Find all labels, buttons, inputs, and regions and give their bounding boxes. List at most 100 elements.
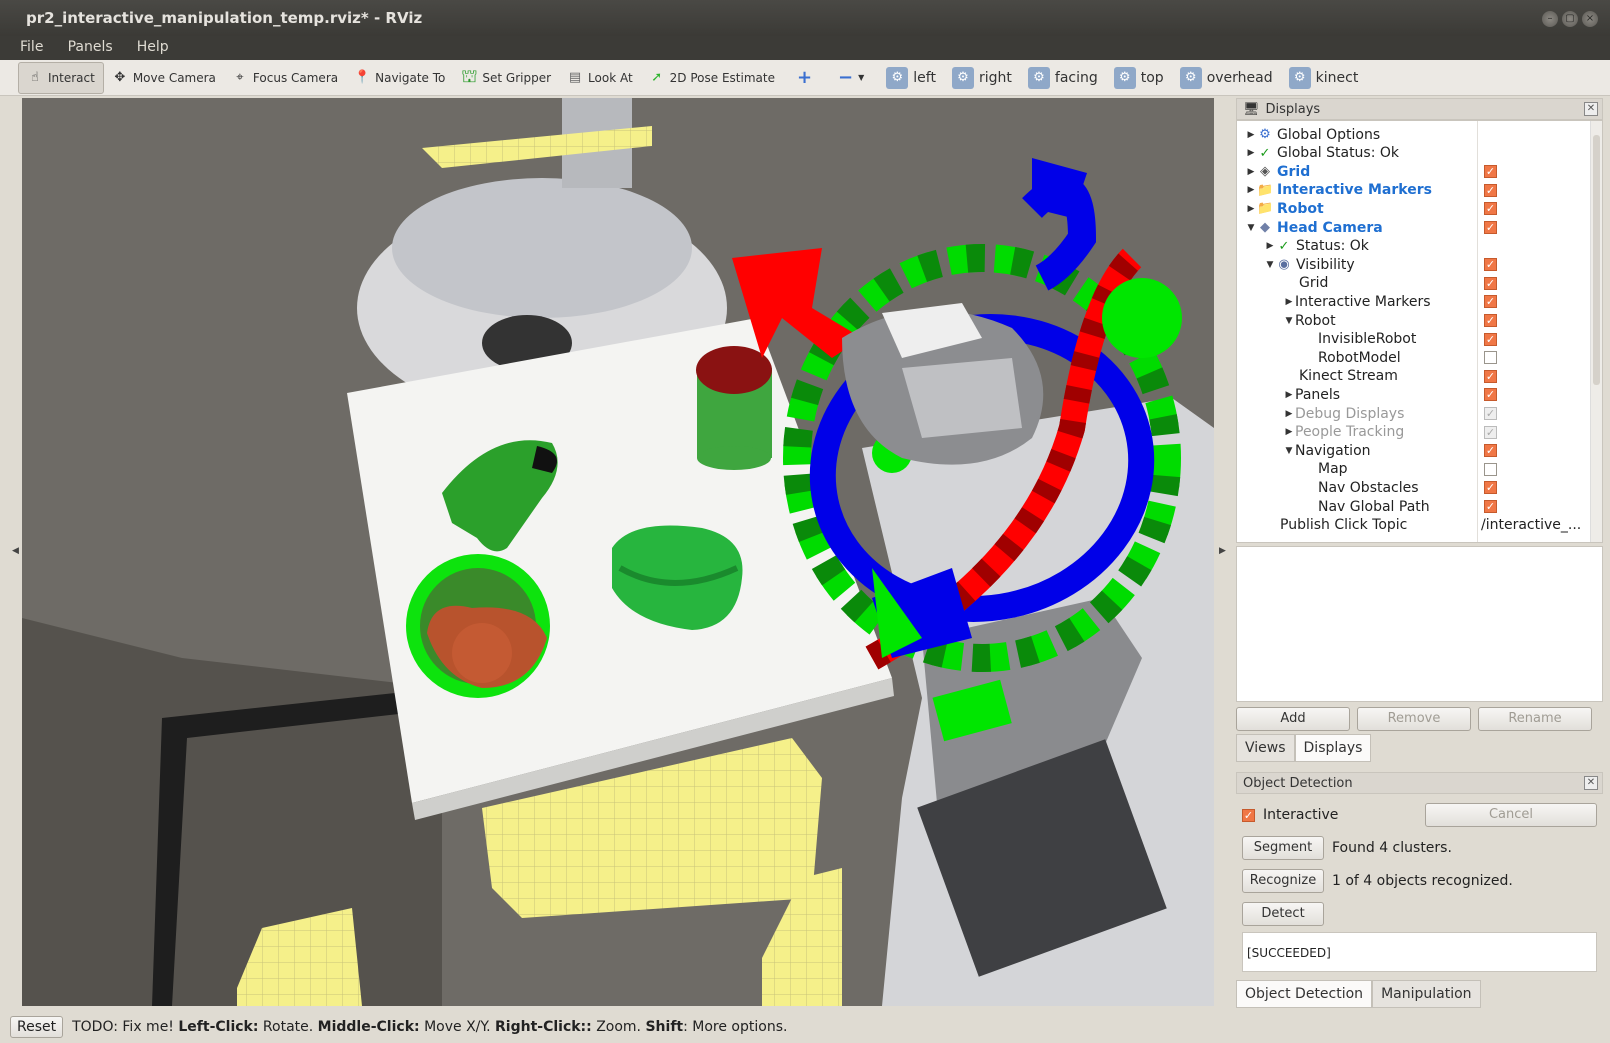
tree-row-label: Status: Ok <box>1296 238 1369 255</box>
visibility-checkbox[interactable]: ✓ <box>1484 444 1497 458</box>
view-kinect[interactable]: ⚙ kinect <box>1281 62 1367 94</box>
recognize-button[interactable]: Recognize <box>1242 869 1324 893</box>
tree-row[interactable]: ▶ 📁 Interactive Markers ✓ <box>1237 181 1595 200</box>
tool-set-gripper[interactable]: ⛫ Set Gripper <box>453 62 559 94</box>
3d-viewport[interactable] <box>22 98 1214 1006</box>
close-panel-icon[interactable]: ✕ <box>1584 776 1598 790</box>
visibility-checkbox[interactable]: ✓ <box>1484 202 1497 216</box>
tree-row-value[interactable]: /interactive_... <box>1481 517 1581 533</box>
tree-row[interactable]: Nav Obstacles ✓ <box>1237 478 1595 497</box>
tree-row[interactable]: ▶ People Tracking ✓ <box>1237 423 1595 442</box>
add-tool-button[interactable]: + <box>783 62 820 94</box>
detect-button[interactable]: Detect <box>1242 902 1324 926</box>
tree-row[interactable]: RobotModel <box>1237 348 1595 367</box>
cancel-button[interactable]: Cancel <box>1425 803 1597 827</box>
visibility-checkbox[interactable]: ✓ <box>1484 221 1497 234</box>
collapsed-arrow-icon[interactable]: ▶ <box>1245 130 1257 140</box>
tree-row[interactable]: ▼ Navigation ✓ <box>1237 441 1595 460</box>
expanded-arrow-icon[interactable]: ▼ <box>1283 316 1295 326</box>
expanded-arrow-icon[interactable]: ▼ <box>1245 223 1257 233</box>
expanded-arrow-icon[interactable]: ▼ <box>1283 446 1295 456</box>
tab-manipulation[interactable]: Manipulation <box>1372 980 1481 1008</box>
collapsed-arrow-icon[interactable]: ▶ <box>1283 297 1295 307</box>
tool-look-at[interactable]: ▤ Look At <box>559 62 641 94</box>
visibility-checkbox[interactable]: ✓ <box>1484 407 1497 420</box>
visibility-checkbox[interactable]: ✓ <box>1484 276 1497 290</box>
minimize-button[interactable]: – <box>1542 11 1558 27</box>
collapsed-arrow-icon[interactable]: ▶ <box>1283 427 1295 437</box>
tool-focus-camera-label: Focus Camera <box>252 70 339 85</box>
visibility-checkbox[interactable]: ✓ <box>1484 183 1497 197</box>
object-detection-tabs: Object Detection Manipulation <box>1236 980 1603 1008</box>
visibility-checkbox[interactable] <box>1484 462 1497 476</box>
segment-button[interactable]: Segment <box>1242 836 1324 860</box>
view-top[interactable]: ⚙ top <box>1106 62 1172 94</box>
tree-row[interactable]: ▶ Panels ✓ <box>1237 385 1595 404</box>
visibility-checkbox[interactable]: ✓ <box>1484 314 1497 327</box>
rename-button[interactable]: Rename <box>1478 707 1592 731</box>
view-right[interactable]: ⚙ right <box>944 62 1020 94</box>
tree-row[interactable]: ▶ ◈ Grid ✓ <box>1237 162 1595 181</box>
interactive-row: ✓ Interactive Cancel <box>1242 800 1597 830</box>
visibility-checkbox[interactable]: ✓ <box>1484 500 1497 513</box>
tree-row[interactable]: ▶ ✓ Global Status: Ok <box>1237 144 1595 163</box>
status-text: : More options. <box>683 1018 788 1035</box>
view-left[interactable]: ⚙ left <box>872 62 944 94</box>
tool-2d-pose-estimate[interactable]: ➚ 2D Pose Estimate <box>641 62 783 94</box>
tree-row[interactable]: Kinect Stream ✓ <box>1237 367 1595 386</box>
collapsed-arrow-icon[interactable]: ▶ <box>1283 390 1295 400</box>
tree-row[interactable]: ▶ ⚙ Global Options <box>1237 125 1595 144</box>
collapsed-arrow-icon[interactable]: ▶ <box>1245 148 1257 158</box>
interactive-checkbox[interactable]: ✓ <box>1242 808 1255 822</box>
visibility-checkbox[interactable]: ✓ <box>1484 332 1497 346</box>
remove-tool-button[interactable]: − ▼ <box>820 62 872 94</box>
expanded-arrow-icon[interactable]: ▼ <box>1264 260 1276 270</box>
tool-move-camera[interactable]: ✥ Move Camera <box>104 62 224 94</box>
visibility-checkbox[interactable]: ✓ <box>1484 369 1497 383</box>
tree-row[interactable]: Grid ✓ <box>1237 274 1595 293</box>
visibility-checkbox[interactable]: ✓ <box>1484 165 1497 179</box>
remove-button[interactable]: Remove <box>1357 707 1471 731</box>
visibility-checkbox[interactable]: ✓ <box>1484 388 1497 402</box>
collapse-left-icon[interactable]: ◀ <box>12 546 19 556</box>
tree-row[interactable]: ▶ Debug Displays ✓ <box>1237 404 1595 423</box>
visibility-checkbox[interactable]: ✓ <box>1484 295 1497 309</box>
collapsed-arrow-icon[interactable]: ▶ <box>1264 241 1276 251</box>
collapsed-arrow-icon[interactable]: ▶ <box>1245 204 1257 214</box>
tree-row[interactable]: InvisibleRobot ✓ <box>1237 330 1595 349</box>
menu-file[interactable]: File <box>0 36 53 55</box>
collapsed-arrow-icon[interactable]: ▶ <box>1245 185 1257 195</box>
tree-row[interactable]: Nav Global Path ✓ <box>1237 497 1595 516</box>
visibility-checkbox[interactable]: ✓ <box>1484 425 1497 439</box>
tool-interact[interactable]: ☝ Interact <box>18 61 104 94</box>
view-overhead[interactable]: ⚙ overhead <box>1172 62 1281 94</box>
tab-object-detection[interactable]: Object Detection <box>1236 980 1373 1008</box>
visibility-checkbox[interactable]: ✓ <box>1484 258 1497 272</box>
tree-row[interactable]: ▶ 📁 Robot ✓ <box>1237 199 1595 218</box>
collapsed-arrow-icon[interactable]: ▶ <box>1245 167 1257 177</box>
tool-move-camera-label: Move Camera <box>132 70 216 85</box>
tree-row[interactable]: ▼ Robot ✓ <box>1237 311 1595 330</box>
tab-displays[interactable]: Displays <box>1294 734 1372 762</box>
visibility-checkbox[interactable] <box>1484 351 1497 365</box>
collapse-right-icon[interactable]: ▶ <box>1219 546 1226 556</box>
collapsed-arrow-icon[interactable]: ▶ <box>1283 409 1295 419</box>
close-panel-icon[interactable]: ✕ <box>1584 102 1598 116</box>
visibility-checkbox[interactable]: ✓ <box>1484 481 1497 495</box>
tree-row[interactable]: ▶ ✓ Status: Ok <box>1237 237 1595 256</box>
add-button[interactable]: Add <box>1236 707 1350 731</box>
tree-row[interactable]: Map <box>1237 460 1595 479</box>
close-button[interactable]: × <box>1582 11 1598 27</box>
tree-row[interactable]: ▼ ◆ Head Camera ✓ <box>1237 218 1595 237</box>
tree-row[interactable]: Publish Click Topic/interactive_... <box>1237 516 1595 535</box>
tree-row[interactable]: ▼ ◉ Visibility ✓ <box>1237 255 1595 274</box>
menu-help[interactable]: Help <box>127 36 179 55</box>
tool-focus-camera[interactable]: ⌖ Focus Camera <box>224 62 346 94</box>
tab-views[interactable]: Views <box>1236 734 1295 762</box>
view-facing[interactable]: ⚙ facing <box>1020 62 1106 94</box>
maximize-button[interactable]: ▢ <box>1562 11 1578 27</box>
reset-button[interactable]: Reset <box>10 1015 64 1038</box>
tree-row[interactable]: ▶ Interactive Markers ✓ <box>1237 292 1595 311</box>
tool-navigate-to[interactable]: 📍 Navigate To <box>346 62 453 94</box>
menu-panels[interactable]: Panels <box>58 36 123 55</box>
